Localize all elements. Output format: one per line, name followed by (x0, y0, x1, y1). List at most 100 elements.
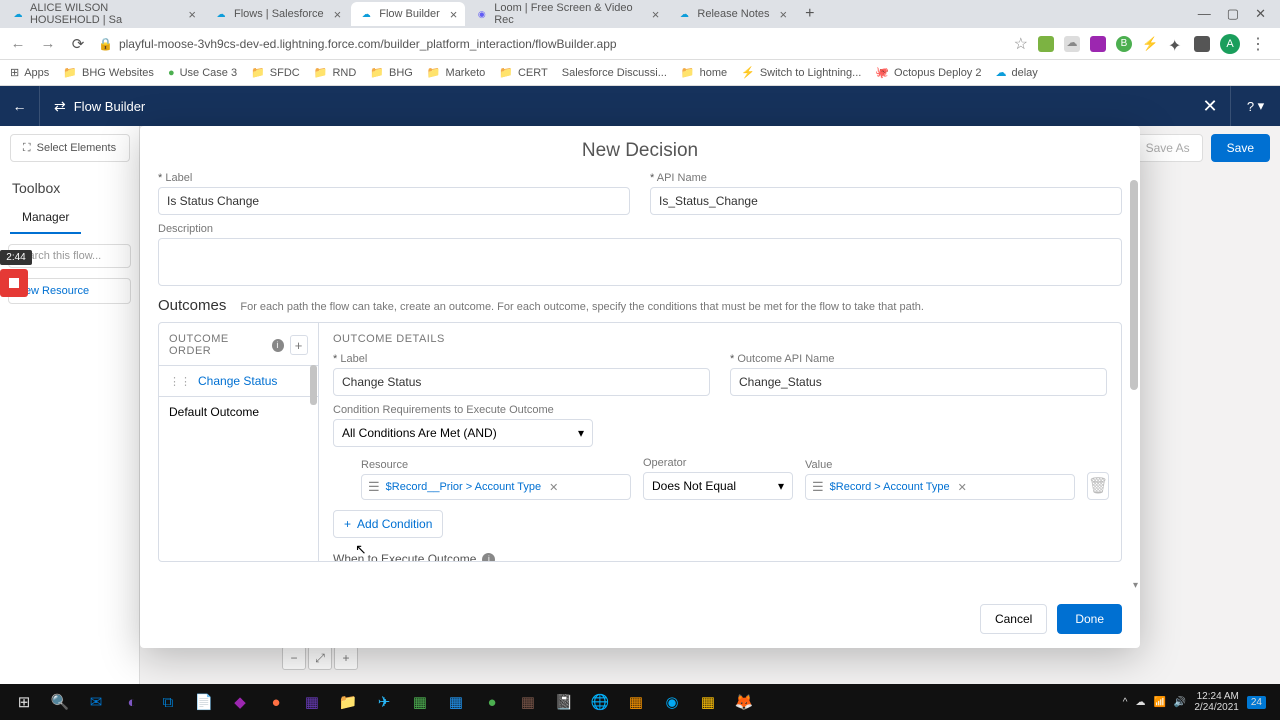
menu-icon[interactable]: ⋮ (1250, 34, 1266, 54)
minimize-icon[interactable]: — (1198, 6, 1211, 22)
save-button[interactable]: Save (1211, 134, 1270, 162)
taskbar-app[interactable]: 📄 (186, 687, 222, 717)
browser-tab[interactable]: ☁ALICE WILSON HOUSEHOLD | Sa× (4, 2, 204, 26)
new-tab-button[interactable]: + (797, 5, 822, 23)
browser-tab[interactable]: ☁Flows | Salesforce× (206, 2, 349, 26)
taskbar-app-chrome[interactable]: 🌐 (582, 687, 618, 717)
taskbar-app[interactable]: ✉ (78, 687, 114, 717)
clear-icon[interactable]: ✕ (549, 481, 558, 494)
zoom-out-button[interactable]: − (282, 646, 306, 670)
taskbar-app[interactable]: ▦ (510, 687, 546, 717)
tray-volume-icon[interactable]: 🔊 (1174, 697, 1186, 708)
maximize-icon[interactable]: ▢ (1227, 6, 1239, 22)
bookmark-item[interactable]: ●Use Case 3 (168, 67, 237, 79)
add-outcome-button[interactable]: + (290, 335, 308, 355)
taskbar-app[interactable]: ▦ (618, 687, 654, 717)
add-condition-button[interactable]: + Add Condition (333, 510, 443, 538)
extension-icon[interactable] (1194, 36, 1210, 52)
info-icon[interactable]: i (482, 553, 495, 562)
help-button[interactable]: ? ▾ (1230, 86, 1280, 126)
close-window-icon[interactable]: ✕ (1255, 6, 1266, 22)
select-elements-button[interactable]: ⛶Select Elements (10, 134, 130, 162)
save-as-button[interactable]: Save As (1133, 134, 1203, 162)
outcome-order-item[interactable]: Default Outcome (159, 397, 318, 427)
bookmark-folder[interactable]: 📁BHG Websites (63, 66, 154, 79)
taskbar-app[interactable]: ▦ (690, 687, 726, 717)
bookmark-folder[interactable]: 📁CERT (499, 66, 547, 79)
description-textarea[interactable] (158, 238, 1122, 286)
start-button[interactable]: ⊞ (6, 687, 42, 717)
extension-icon[interactable]: ⚡ (1142, 36, 1158, 52)
clear-icon[interactable]: ✕ (958, 481, 967, 494)
close-icon[interactable]: × (188, 7, 196, 22)
url-field[interactable]: 🔒 playful-moose-3vh9cs-dev-ed.lightning.… (98, 37, 1004, 51)
bookmark-item[interactable]: ⚡Switch to Lightning... (741, 66, 861, 79)
search-icon[interactable]: 🔍 (42, 687, 78, 717)
tray-wifi-icon[interactable]: 📶 (1153, 697, 1165, 708)
scrollbar[interactable] (1130, 180, 1138, 390)
taskbar-app[interactable]: ● (258, 687, 294, 717)
browser-tab[interactable]: ◉Loom | Free Screen & Video Rec× (467, 2, 667, 26)
operator-select[interactable]: Does Not Equal ▾ (643, 472, 793, 500)
info-icon[interactable]: i (272, 339, 284, 352)
back-button[interactable]: ← (0, 86, 40, 126)
resource-picker[interactable]: ☰ $Record__Prior > Account Type ✕ (361, 474, 631, 500)
tray-notification-badge[interactable]: 24 (1247, 696, 1266, 709)
taskbar-app[interactable]: ◆ (222, 687, 258, 717)
outcome-order-item[interactable]: ⋮⋮ Change Status (159, 365, 318, 397)
taskbar-app[interactable]: ◉ (654, 687, 690, 717)
taskbar-app[interactable]: ✈ (366, 687, 402, 717)
label-input[interactable] (158, 187, 630, 215)
tray-clock[interactable]: 12:24 AM 2/24/2021 (1194, 691, 1239, 713)
delete-condition-button[interactable]: 🗑 (1087, 472, 1109, 500)
taskbar-app[interactable]: 🦊 (726, 687, 762, 717)
close-icon[interactable]: × (334, 7, 342, 22)
extension-icon[interactable] (1038, 36, 1054, 52)
outcome-label-input[interactable] (333, 368, 710, 396)
extension-icon[interactable]: ☁ (1064, 36, 1080, 52)
profile-avatar[interactable]: A (1220, 34, 1240, 54)
recording-widget[interactable]: 2:44 (0, 250, 32, 297)
zoom-in-button[interactable]: + (334, 646, 358, 670)
taskbar-app[interactable]: 📓 (546, 687, 582, 717)
bookmark-folder[interactable]: 📁home (681, 66, 727, 79)
bookmark-item[interactable]: Salesforce Discussi... (562, 67, 667, 79)
scrollbar[interactable] (310, 365, 317, 405)
manager-tab[interactable]: Manager (10, 202, 81, 234)
extension-icon[interactable]: B (1116, 36, 1132, 52)
taskbar-app[interactable]: ⧉ (150, 687, 186, 717)
taskbar-app[interactable]: ▦ (294, 687, 330, 717)
extension-icon[interactable]: ✦ (1168, 36, 1184, 52)
taskbar-app[interactable]: ● (474, 687, 510, 717)
close-icon[interactable]: × (652, 7, 660, 22)
api-name-input[interactable] (650, 187, 1122, 215)
value-picker[interactable]: ☰ $Record > Account Type ✕ (805, 474, 1075, 500)
taskbar-app[interactable]: ◐ (114, 687, 150, 717)
tray-chevron-icon[interactable]: ^ (1123, 697, 1128, 708)
tray-cloud-icon[interactable]: ☁ (1135, 697, 1145, 708)
close-modal-x[interactable]: ✕ (1190, 96, 1230, 117)
bookmark-item[interactable]: 🐙Octopus Deploy 2 (875, 66, 981, 79)
stop-recording-button[interactable] (0, 269, 28, 297)
apps-button[interactable]: ⊞Apps (10, 66, 49, 79)
close-icon[interactable]: × (450, 7, 458, 22)
done-button[interactable]: Done (1057, 604, 1122, 634)
taskbar-app[interactable]: ▦ (438, 687, 474, 717)
drag-handle-icon[interactable]: ⋮⋮ (169, 375, 191, 388)
bookmark-folder[interactable]: 📁Marketo (427, 66, 485, 79)
bookmark-folder[interactable]: 📁RND (314, 66, 357, 79)
browser-tab[interactable]: ☁Release Notes× (669, 2, 795, 26)
extension-icon[interactable] (1090, 36, 1106, 52)
reload-icon[interactable]: ⟳ (68, 35, 88, 53)
star-icon[interactable]: ☆ (1014, 34, 1028, 54)
cancel-button[interactable]: Cancel (980, 604, 1047, 634)
close-icon[interactable]: × (780, 7, 788, 22)
bookmark-folder[interactable]: 📁BHG (370, 66, 413, 79)
zoom-fit-button[interactable]: ⤢ (308, 646, 332, 670)
taskbar-app[interactable]: 📁 (330, 687, 366, 717)
condition-requirements-select[interactable]: All Conditions Are Met (AND) ▾ (333, 419, 593, 447)
back-icon[interactable]: ← (8, 35, 28, 52)
bookmark-item[interactable]: ☁delay (995, 66, 1037, 79)
browser-tab-active[interactable]: ☁Flow Builder× (351, 2, 465, 26)
outcome-api-input[interactable] (730, 368, 1107, 396)
